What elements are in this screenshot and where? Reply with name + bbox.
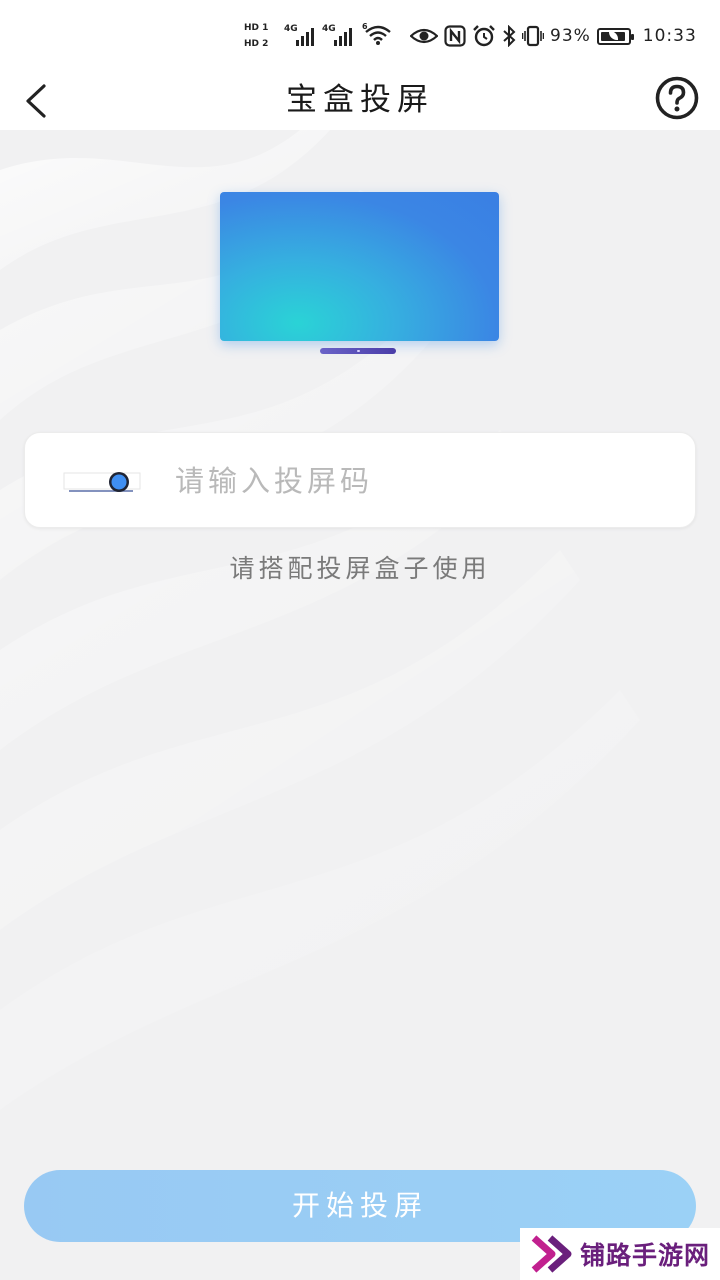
clock: 10:33 <box>642 26 697 46</box>
cast-box-icon <box>63 472 141 492</box>
question-circle-icon <box>655 76 699 120</box>
status-icons: 93% 10:33 <box>410 22 697 50</box>
help-button[interactable] <box>654 75 700 121</box>
status-bar: HD 1 HD 2 4G 4G 6 93% 10:33 <box>0 0 720 70</box>
signal2-icon <box>334 22 352 46</box>
wifi-icon <box>365 25 391 45</box>
watermark: 铺路手游网 <box>520 1228 720 1280</box>
tv-illustration <box>220 192 499 341</box>
battery-percent: 93% <box>550 26 591 46</box>
page-title: 宝盒投屏 <box>286 82 434 118</box>
screen: HD 1 HD 2 4G 4G 6 93% 10:33 宝盒投屏 请输入投屏码 … <box>0 0 720 1280</box>
bluetooth-icon <box>503 25 516 47</box>
hd2-label: HD 2 <box>244 39 269 49</box>
nfc-icon <box>444 25 466 47</box>
alarm-icon <box>473 25 495 47</box>
cast-code-input[interactable] <box>175 451 675 511</box>
watermark-text: 铺路手游网 <box>580 1241 711 1270</box>
vibrate-icon <box>522 25 544 47</box>
hint-text: 请搭配投屏盒子使用 <box>229 554 491 583</box>
nav-bar: 宝盒投屏 <box>0 70 720 130</box>
cast-code-card <box>24 432 696 528</box>
eye-icon <box>410 28 438 44</box>
signal1-icon <box>296 22 314 46</box>
tv-stand <box>320 348 396 354</box>
watermark-logo-icon <box>531 1235 572 1273</box>
hd-indicator: HD 1 HD 2 <box>244 20 278 54</box>
hd1-label: HD 1 <box>244 23 269 33</box>
battery-icon <box>596 27 634 45</box>
